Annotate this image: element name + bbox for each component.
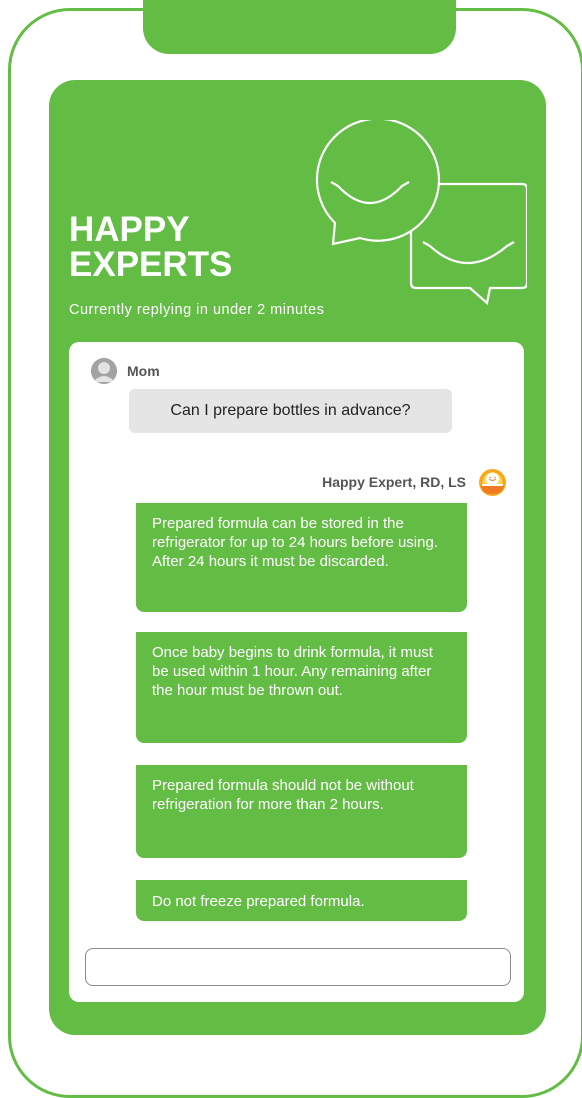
expert-message-bubble: Do not freeze prepared formula.	[136, 880, 467, 921]
reply-time-status: Currently replying in under 2 minutes	[69, 302, 325, 318]
page-title: HAPPY EXPERTS	[69, 212, 309, 282]
expert-message-bubble: Prepared formula should not be without r…	[136, 765, 467, 858]
expert-message-bubble: Prepared formula can be stored in the re…	[136, 503, 467, 612]
user-message-bubble: Can I prepare bottles in advance?	[129, 389, 452, 433]
expert-message-bubble: Once baby begins to drink formula, it mu…	[136, 632, 467, 743]
expert-name: Happy Expert, RD, LS	[322, 474, 466, 490]
chat-bubbles-icon	[315, 120, 527, 305]
happy-baby-sun-icon	[477, 467, 508, 498]
message-input[interactable]	[85, 948, 511, 986]
title-line-1: HAPPY	[69, 210, 190, 249]
user-silhouette-icon	[91, 358, 117, 384]
title-line-2: EXPERTS	[69, 245, 233, 284]
phone-notch	[143, 0, 456, 54]
user-name: Mom	[127, 363, 160, 379]
